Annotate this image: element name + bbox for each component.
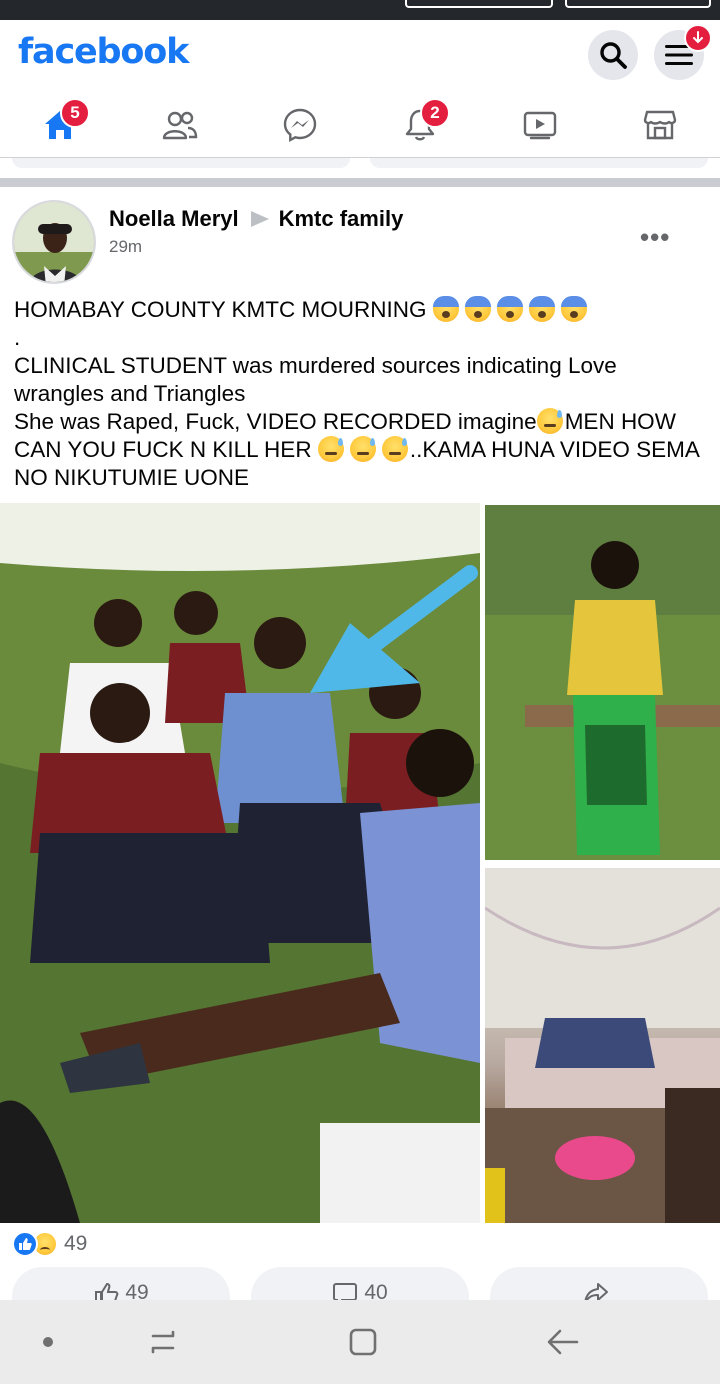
top-header: facebook bbox=[0, 20, 720, 92]
download-arrow-icon bbox=[684, 24, 712, 52]
post-photo-group[interactable] bbox=[0, 503, 480, 1223]
downcast-sweat-face-icon bbox=[381, 436, 408, 462]
feed-divider bbox=[0, 178, 720, 187]
recent-apps-button[interactable] bbox=[128, 1300, 198, 1384]
tab-friends[interactable] bbox=[120, 92, 240, 158]
tab-messenger[interactable] bbox=[240, 92, 360, 158]
search-icon bbox=[600, 42, 627, 69]
post-text-line-3: CLINICAL STUDENT was murdered sources in… bbox=[14, 353, 624, 406]
status-bar bbox=[0, 0, 720, 20]
post-text-line: She was Raped, Fuck, VIDEO RECORDED imag… bbox=[14, 408, 710, 492]
dot-icon bbox=[43, 1337, 53, 1347]
post-author-line: Noella Meryl Kmtc family bbox=[109, 206, 403, 232]
post-text-line-1: HOMABAY COUNTY KMTC MOURNING bbox=[14, 297, 427, 322]
tab-marketplace[interactable] bbox=[600, 92, 720, 158]
status-bar-pill bbox=[565, 0, 711, 8]
post-timestamp[interactable]: 29m bbox=[109, 237, 142, 257]
photo-content bbox=[485, 505, 720, 860]
like-reaction-icon bbox=[12, 1231, 38, 1257]
back-button[interactable] bbox=[528, 1300, 598, 1384]
tab-notifications[interactable]: 2 bbox=[360, 92, 480, 158]
messenger-icon bbox=[283, 108, 317, 142]
author-avatar[interactable] bbox=[12, 200, 96, 284]
downcast-sweat-face-icon bbox=[317, 436, 344, 462]
recent-apps-icon bbox=[151, 1330, 175, 1354]
tab-badge: 5 bbox=[60, 98, 90, 128]
story-card-edge bbox=[370, 158, 708, 168]
assistant-dot-button[interactable] bbox=[18, 1300, 78, 1384]
nav-tabs: 5 2 bbox=[0, 92, 720, 158]
tab-home[interactable]: 5 bbox=[0, 92, 120, 158]
home-system-button[interactable] bbox=[328, 1300, 398, 1384]
post-header: Noella Meryl Kmtc family 29m ••• bbox=[0, 190, 720, 290]
fearful-face-icon bbox=[432, 296, 459, 322]
post-body: HOMABAY COUNTY KMTC MOURNING . CLINICAL … bbox=[14, 296, 710, 492]
tab-badge: 2 bbox=[420, 98, 450, 128]
story-card-edge bbox=[12, 158, 350, 168]
menu-button[interactable] bbox=[654, 24, 712, 80]
photo-content bbox=[485, 868, 720, 1223]
friends-icon bbox=[162, 111, 198, 140]
home-square-icon bbox=[349, 1328, 377, 1356]
post-photo-group[interactable] bbox=[485, 505, 720, 860]
video-icon bbox=[523, 111, 557, 140]
post-text-line-4a: She was Raped, Fuck, VIDEO RECORDED imag… bbox=[14, 409, 537, 434]
screen: facebook 5 2 Noella Meryl Kmtc family 29… bbox=[0, 0, 720, 1384]
author-name[interactable]: Noella Meryl bbox=[109, 206, 239, 232]
system-navigation-bar bbox=[0, 1300, 720, 1384]
fearful-face-icon bbox=[496, 296, 523, 322]
tab-watch[interactable] bbox=[480, 92, 600, 158]
reaction-summary[interactable]: 49 bbox=[12, 1230, 87, 1258]
back-arrow-icon bbox=[547, 1329, 579, 1355]
fearful-face-icon bbox=[528, 296, 555, 322]
downcast-sweat-face-icon bbox=[349, 436, 376, 462]
more-options-icon[interactable]: ••• bbox=[640, 222, 670, 253]
fearful-face-icon bbox=[464, 296, 491, 322]
post-photo-group[interactable] bbox=[485, 868, 720, 1223]
downcast-sweat-face-icon bbox=[536, 408, 563, 434]
post-text-line-2: . bbox=[14, 325, 21, 350]
photo-content bbox=[0, 503, 480, 1223]
facebook-logo[interactable]: facebook bbox=[18, 32, 189, 72]
reaction-count: 49 bbox=[64, 1232, 88, 1255]
marketplace-icon bbox=[643, 110, 677, 140]
group-name[interactable]: Kmtc family bbox=[279, 206, 404, 232]
status-bar-pill bbox=[405, 0, 553, 8]
shared-to-arrow-icon bbox=[250, 211, 269, 227]
avatar-image bbox=[14, 202, 94, 282]
fearful-face-icon bbox=[560, 296, 587, 322]
post-text-line: HOMABAY COUNTY KMTC MOURNING bbox=[14, 296, 710, 324]
search-button[interactable] bbox=[588, 30, 638, 80]
